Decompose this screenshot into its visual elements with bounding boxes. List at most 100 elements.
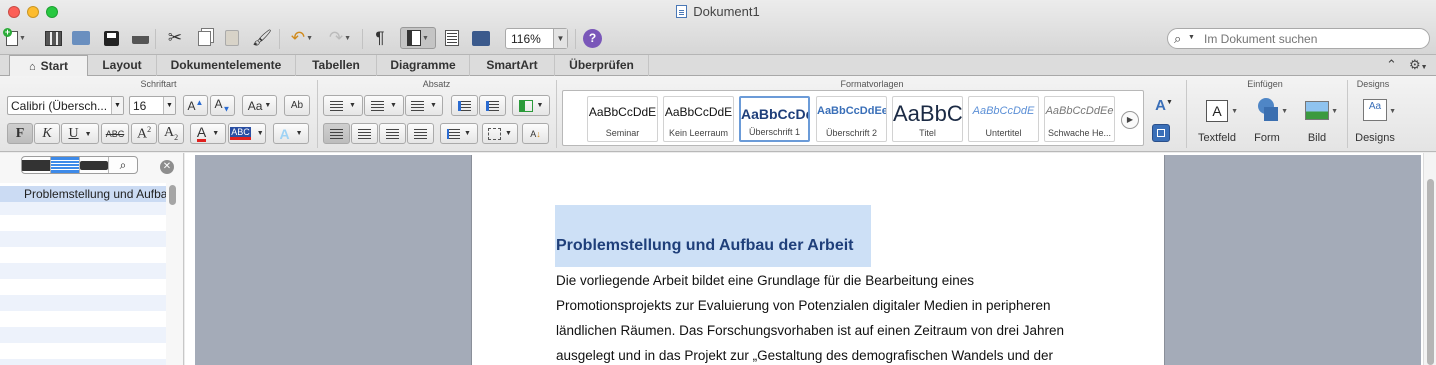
manage-styles-button[interactable]: A▼ <box>1150 95 1178 116</box>
thumbnail-view-button[interactable] <box>22 157 51 173</box>
textbox-button[interactable]: A ▼ Textfeld <box>1192 96 1242 148</box>
document-paragraph[interactable]: Die vorliegende Arbeit bildet eine Grund… <box>556 268 1116 365</box>
open-button[interactable] <box>69 27 93 49</box>
multilevel-list-button[interactable]: ▼ <box>405 95 443 116</box>
designs-button[interactable]: Aa ▼ Designs <box>1350 96 1400 148</box>
style-seminar[interactable]: AaBbCcDdE Seminar <box>587 96 658 142</box>
subscript-button[interactable]: A2 <box>158 123 184 144</box>
style-schwache-hervorhebung[interactable]: AaBbCcDdEe Schwache He... <box>1044 96 1115 142</box>
columns-button[interactable]: ▼ <box>512 95 550 116</box>
clear-formatting-button[interactable]: Ab <box>284 95 310 116</box>
style-untertitel[interactable]: AaBbCcDdE Untertitel <box>968 96 1039 142</box>
search-input[interactable] <box>1204 31 1424 46</box>
font-size-select[interactable]: 16 ▼ <box>129 96 176 115</box>
tab-layout[interactable]: Layout <box>88 55 157 76</box>
cut-button[interactable]: ✂ <box>163 27 187 49</box>
next-styles-button[interactable]: ▶ <box>1121 111 1139 129</box>
navigation-scrollbar[interactable] <box>169 185 176 205</box>
show-formatting-button[interactable]: ¶ <box>368 27 392 49</box>
group-separator <box>556 80 557 148</box>
style-ueberschrift-2[interactable]: AaBbCcDdEe Überschrift 2 <box>816 96 887 142</box>
redo-button[interactable]: ↷ ▼ <box>323 27 357 49</box>
style-sample: AaBbC <box>893 101 962 126</box>
sort-button[interactable]: A↓ <box>522 123 549 144</box>
shape-button[interactable]: ▼ Form <box>1242 96 1292 148</box>
style-kein-leerraum[interactable]: AaBbCcDdE Kein Leerraum <box>663 96 734 142</box>
superscript-button[interactable]: A2 <box>131 123 157 144</box>
scissors-icon: ✂ <box>167 28 183 47</box>
tab-diagramme[interactable]: Diagramme <box>377 55 470 76</box>
gear-icon[interactable]: ⚙▼ <box>1409 57 1428 73</box>
shrink-font-button[interactable]: A▼ <box>210 95 235 116</box>
paste-button[interactable] <box>220 27 244 49</box>
strikethrough-button[interactable]: ABC <box>101 123 129 144</box>
zoom-select[interactable]: 116% ▼ <box>505 28 568 49</box>
font-name-select[interactable]: Calibri (Übersch... ▼ <box>7 96 124 115</box>
print-button[interactable] <box>128 27 152 49</box>
copy-button[interactable] <box>192 27 216 49</box>
format-painter-button[interactable]: 🖌 <box>250 27 274 49</box>
text-effects-icon: A <box>279 125 290 142</box>
align-right-button[interactable] <box>379 123 406 144</box>
style-ueberschrift-1[interactable]: AaBbCcDd Überschrift 1 <box>739 96 810 142</box>
bold-button[interactable]: F <box>7 123 33 144</box>
document-heading[interactable]: Problemstellung und Aufbau der Arbeit <box>556 237 854 255</box>
document-page[interactable]: Problemstellung und Aufbau der Arbeit Di… <box>471 155 1165 365</box>
toolbar-separator <box>279 29 280 49</box>
align-left-icon <box>330 128 343 139</box>
toolbox-button[interactable] <box>440 27 464 49</box>
italic-button[interactable]: K <box>34 123 60 144</box>
change-case-button[interactable]: Aa ▼ <box>242 95 277 116</box>
sidebar-toggle-button[interactable]: ▼ <box>400 27 436 49</box>
highlight-button[interactable]: ABC ▼ <box>228 123 266 144</box>
media-browser-button[interactable] <box>469 27 493 49</box>
borders-button[interactable]: ▼ <box>482 123 518 144</box>
paintbrush-icon: 🖌 <box>251 30 273 47</box>
undo-button[interactable]: ↶ ▼ <box>285 27 319 49</box>
save-button[interactable] <box>99 27 123 49</box>
page-icon <box>22 159 50 171</box>
redo-icon: ↷ <box>328 28 344 47</box>
help-button[interactable]: ? <box>583 29 602 48</box>
outline-view-button[interactable] <box>51 157 80 173</box>
subscript-icon: A2 <box>163 125 179 142</box>
scrollbar-thumb[interactable] <box>1427 179 1434 365</box>
tab-ueberpruefen[interactable]: Überprüfen <box>555 55 649 76</box>
tab-dokumentelemente[interactable]: Dokumentelemente <box>157 55 296 76</box>
styles-pane-button[interactable] <box>1152 124 1170 142</box>
search-field[interactable]: ⌕ ▼ <box>1167 28 1430 49</box>
font-color-button[interactable]: A ▼ <box>190 123 226 144</box>
toolbar-separator <box>155 29 156 49</box>
style-titel[interactable]: AaBbC Titel <box>892 96 963 142</box>
collapse-ribbon-icon[interactable]: ⌃ <box>1386 57 1397 73</box>
picture-label: Bild <box>1307 132 1327 144</box>
bullets-button[interactable]: ▼ <box>323 95 363 116</box>
grow-font-button[interactable]: A▲ <box>183 95 208 116</box>
text-effects-button[interactable]: A ▼ <box>273 123 309 144</box>
decrease-indent-button[interactable] <box>451 95 478 116</box>
search-view-button[interactable]: ⌕ <box>109 157 137 173</box>
templates-button[interactable] <box>41 27 65 49</box>
document-scrollbar[interactable] <box>1423 153 1436 365</box>
line-spacing-button[interactable]: ▼ <box>440 123 478 144</box>
justify-button[interactable] <box>407 123 434 144</box>
tab-tabellen[interactable]: Tabellen <box>296 55 377 76</box>
tab-start[interactable]: ⌂ Start <box>9 55 88 77</box>
numbering-button[interactable]: ▼ <box>364 95 404 116</box>
align-center-button[interactable] <box>351 123 378 144</box>
shape-icon <box>1252 98 1282 124</box>
picture-button[interactable]: ▼ Bild <box>1292 96 1342 148</box>
tab-smartart[interactable]: SmartArt <box>470 55 555 76</box>
increase-indent-button[interactable] <box>479 95 506 116</box>
new-document-button[interactable]: + ▼ <box>3 27 28 49</box>
chevron-down-icon: ▼ <box>1188 34 1195 41</box>
comments-view-button[interactable] <box>80 157 109 173</box>
line-spacing-icon <box>447 128 461 139</box>
close-pane-button[interactable]: ✕ <box>160 160 174 174</box>
align-left-button[interactable] <box>323 123 350 144</box>
underline-button[interactable]: U ▼ <box>61 123 99 144</box>
home-icon: ⌂ <box>29 61 36 73</box>
outline-item[interactable]: Problemstellung und Aufbau der Arbeit <box>0 186 166 202</box>
numbered-list-icon <box>371 100 385 111</box>
paragraph-line: Promotionsprojekts zur Evaluierung von P… <box>556 298 1051 313</box>
